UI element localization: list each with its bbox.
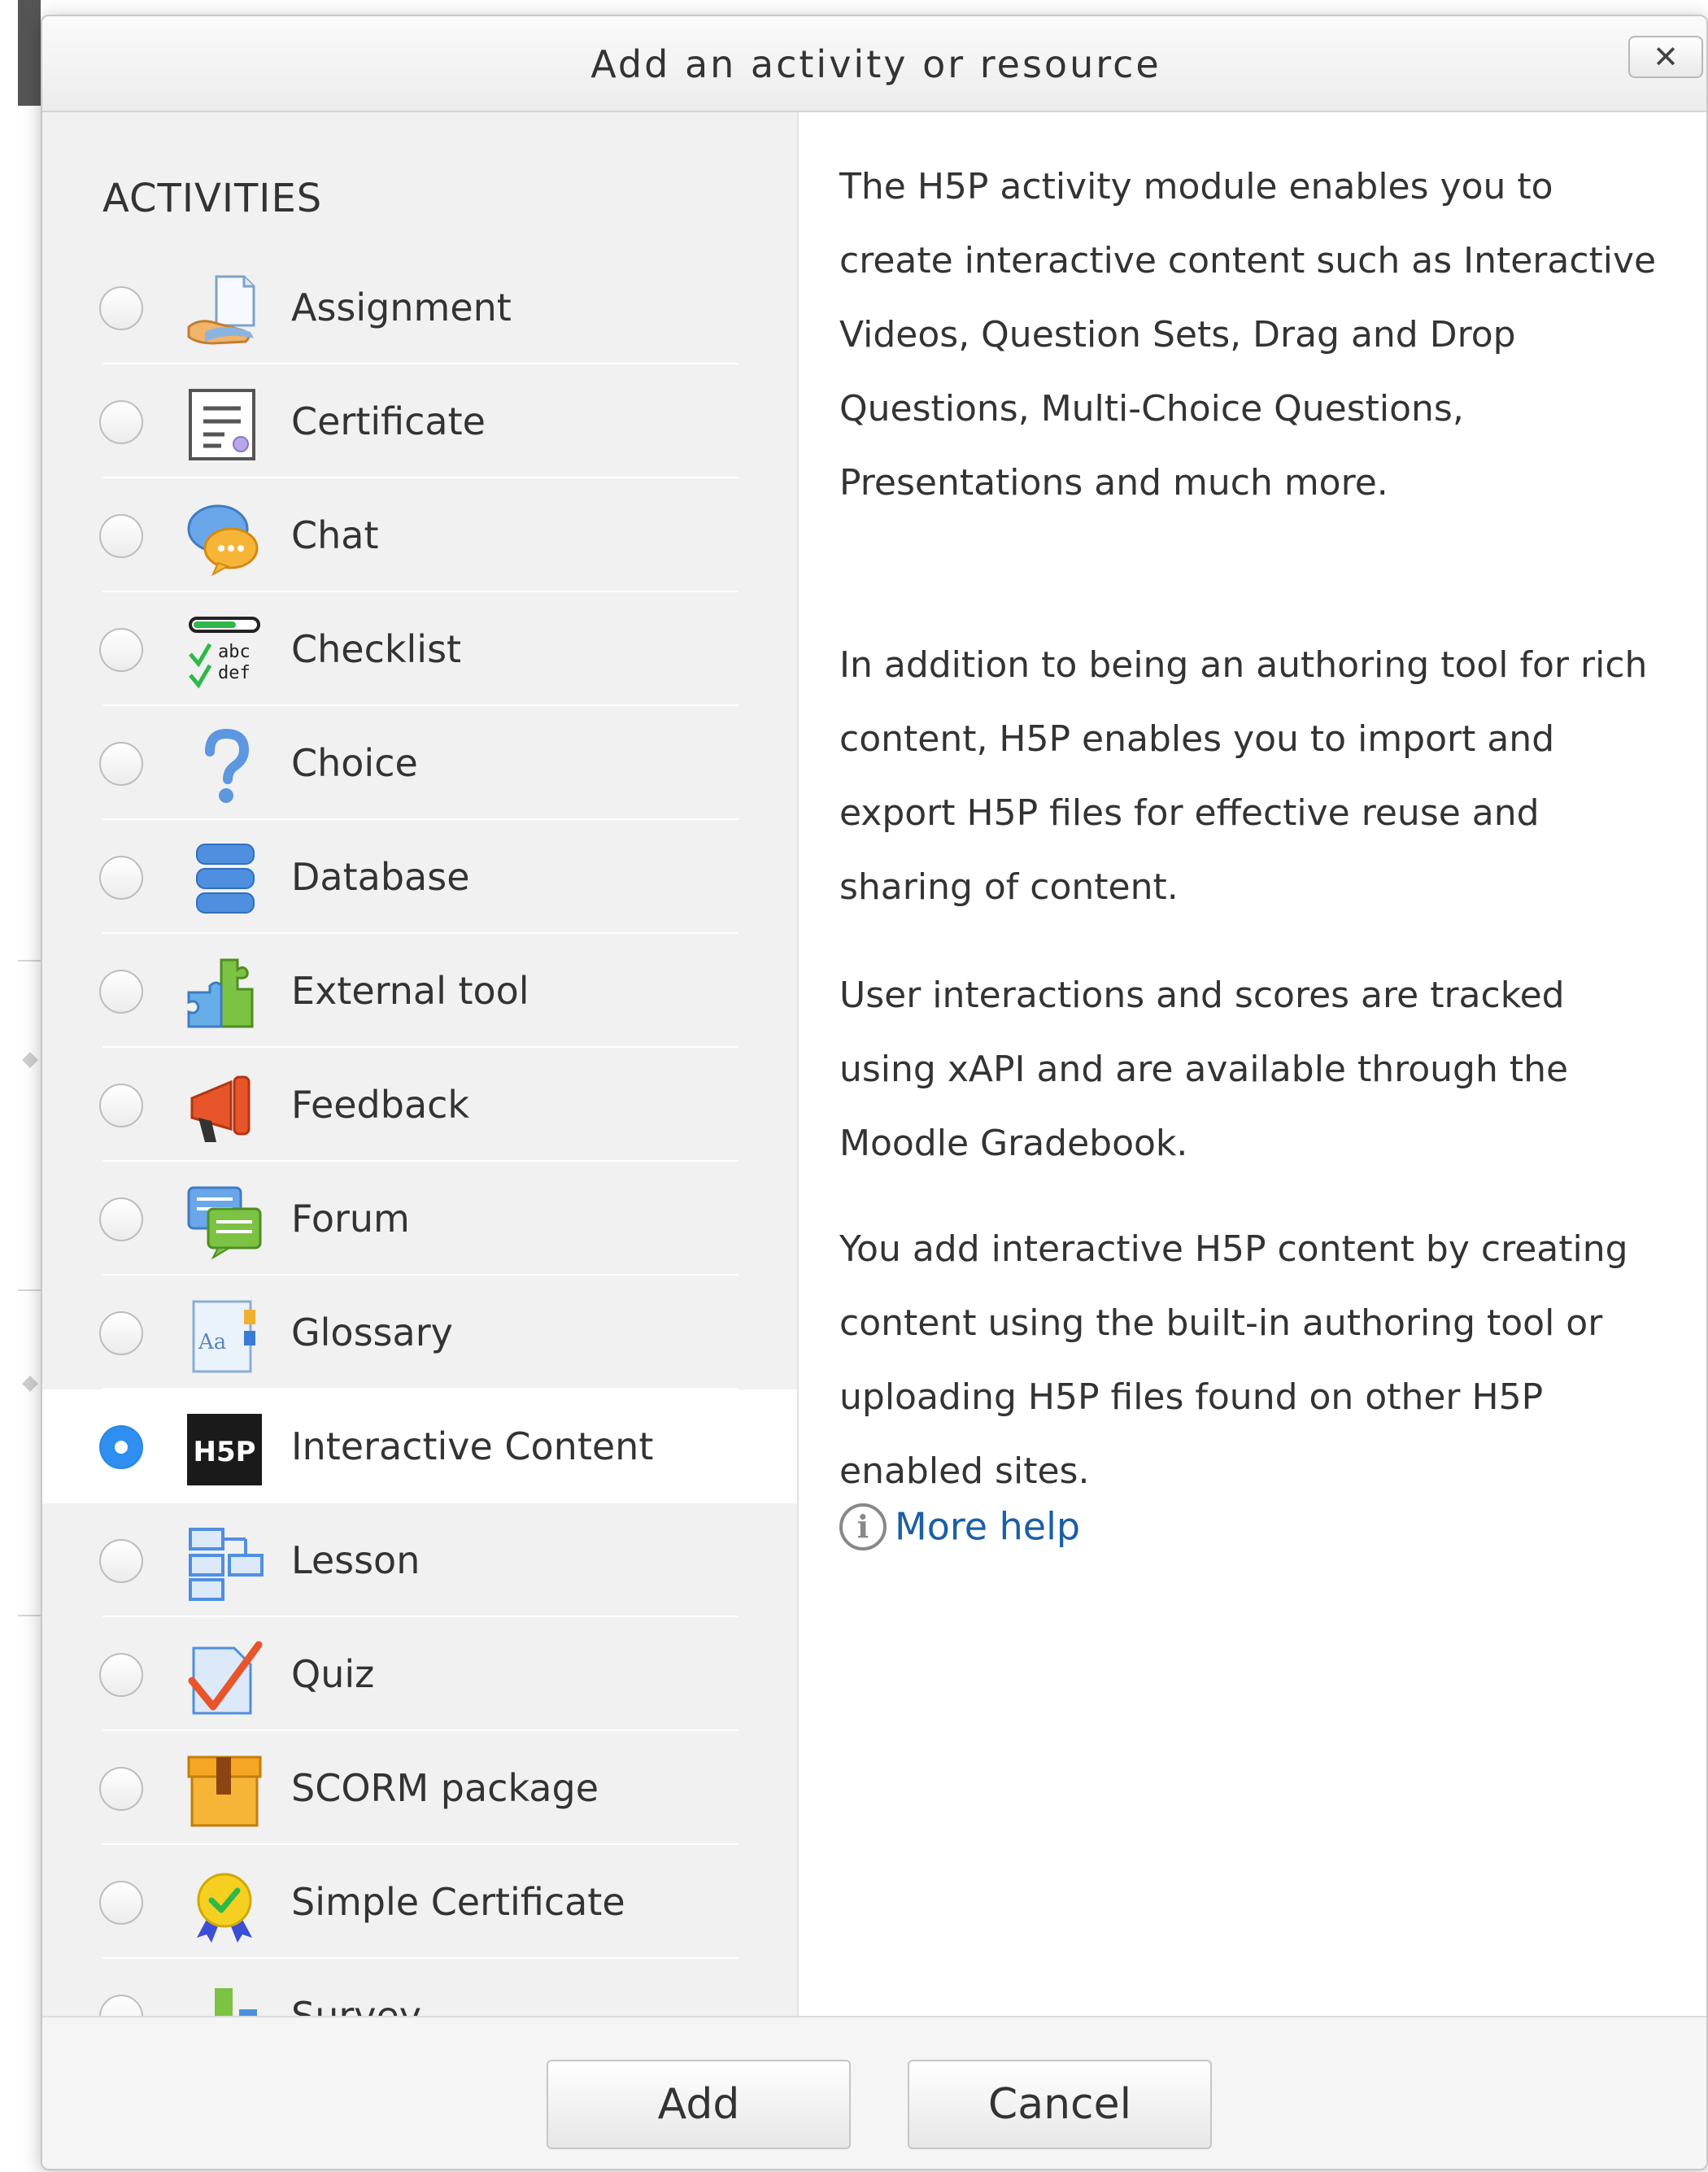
activity-option-forum[interactable]: Forum bbox=[42, 1162, 797, 1276]
help-paragraph: In addition to being an authoring tool f… bbox=[839, 644, 1648, 908]
activity-option-label: Glossary bbox=[291, 1311, 453, 1354]
activity-option-label: Interactive Content bbox=[291, 1424, 654, 1468]
survey-icon bbox=[215, 1988, 257, 2016]
activity-option-label: Chat bbox=[291, 513, 379, 557]
page-divider bbox=[18, 960, 41, 962]
activity-option-label: Certificate bbox=[291, 399, 486, 443]
radio-button[interactable] bbox=[99, 742, 143, 786]
activity-option-label: Feedback bbox=[291, 1083, 470, 1127]
radio-button[interactable] bbox=[99, 970, 143, 1014]
activity-option-list: Assignment Certificate Chat abc def Chec… bbox=[42, 251, 797, 2016]
external-tool-icon bbox=[187, 958, 254, 1028]
radio-button[interactable] bbox=[99, 1084, 143, 1127]
activity-option-label: SCORM package bbox=[291, 1766, 599, 1810]
activity-option-label: Choice bbox=[291, 741, 418, 785]
activity-option-label: Simple Certificate bbox=[291, 1880, 625, 1924]
radio-button[interactable] bbox=[99, 1197, 143, 1241]
h5p-icon-text: H5P bbox=[193, 1436, 255, 1468]
scorm-package-icon bbox=[187, 1755, 262, 1827]
activity-option-chat[interactable]: Chat bbox=[42, 478, 797, 592]
h5p-icon: H5P bbox=[187, 1414, 262, 1485]
checklist-icon: abc def bbox=[189, 617, 260, 689]
assignment-icon bbox=[187, 275, 255, 345]
activity-option-label: Forum bbox=[291, 1197, 410, 1241]
radio-button[interactable] bbox=[99, 1539, 143, 1583]
radio-button[interactable] bbox=[99, 1995, 143, 2016]
radio-button[interactable] bbox=[99, 400, 143, 444]
activity-option-feedback[interactable]: Feedback bbox=[42, 1048, 797, 1162]
add-button[interactable]: Add bbox=[547, 2060, 851, 2149]
glossary-icon-text: Aa bbox=[198, 1330, 226, 1354]
dialog-title: Add an activity or resource bbox=[590, 42, 1161, 86]
radio-button[interactable] bbox=[99, 1653, 143, 1697]
help-paragraph: The H5P activity module enables you to c… bbox=[839, 166, 1657, 504]
radio-button[interactable] bbox=[99, 1425, 143, 1469]
close-button[interactable]: ✕ bbox=[1628, 36, 1703, 78]
more-help-link[interactable]: i More help bbox=[839, 1502, 1080, 1559]
activity-option-external-tool[interactable]: External tool bbox=[42, 934, 797, 1048]
info-icon: i bbox=[839, 1503, 887, 1550]
activity-option-label: Assignment bbox=[291, 286, 512, 329]
page-handle bbox=[22, 1376, 38, 1392]
help-paragraph: You add interactive H5P content by creat… bbox=[839, 1228, 1628, 1492]
activity-option-interactive-content[interactable]: H5P Interactive Content bbox=[42, 1389, 797, 1503]
activity-option-label: Database bbox=[291, 855, 470, 899]
activity-option-label: Survey bbox=[291, 1994, 422, 2016]
quiz-icon bbox=[188, 1641, 263, 1715]
certificate-icon bbox=[189, 389, 255, 460]
activity-option-quiz[interactable]: Quiz bbox=[42, 1617, 797, 1731]
activity-option-scorm-package[interactable]: SCORM package bbox=[42, 1731, 797, 1845]
radio-button[interactable] bbox=[99, 1767, 143, 1811]
activity-option-label: Quiz bbox=[291, 1652, 375, 1696]
add-activity-dialog: Add an activity or resource ✕ ACTIVITIES… bbox=[41, 15, 1708, 2170]
activity-option-certificate[interactable]: Certificate bbox=[42, 364, 797, 478]
more-help-label[interactable]: More help bbox=[895, 1505, 1080, 1549]
activity-option-label: Lesson bbox=[291, 1538, 420, 1582]
radio-button[interactable] bbox=[99, 1881, 143, 1925]
help-paragraph: User interactions and scores are tracked… bbox=[839, 975, 1569, 1164]
activity-option-database[interactable]: Database bbox=[42, 820, 797, 934]
activity-option-checklist[interactable]: abc def Checklist bbox=[42, 592, 797, 706]
activity-help-panel: The H5P activity module enables you to c… bbox=[800, 112, 1706, 2016]
activity-option-survey[interactable]: Survey bbox=[42, 1959, 797, 2016]
activity-option-assignment[interactable]: Assignment bbox=[42, 251, 797, 364]
page-handle bbox=[22, 1052, 38, 1068]
activity-option-label: External tool bbox=[291, 969, 529, 1013]
chat-icon bbox=[187, 504, 259, 576]
page-divider bbox=[18, 1615, 41, 1616]
activity-option-label: Checklist bbox=[291, 627, 462, 671]
glossary-icon: Aa bbox=[192, 1300, 255, 1373]
radio-button[interactable] bbox=[99, 628, 143, 672]
lesson-icon bbox=[189, 1528, 264, 1601]
page-background-edge bbox=[0, 0, 41, 2172]
cancel-button[interactable]: Cancel bbox=[908, 2060, 1212, 2149]
radio-button[interactable] bbox=[99, 856, 143, 900]
radio-button[interactable] bbox=[99, 286, 143, 330]
radio-button[interactable] bbox=[99, 514, 143, 558]
activity-option-lesson[interactable]: Lesson bbox=[42, 1503, 797, 1617]
choice-icon bbox=[205, 729, 250, 803]
activities-section-label: ACTIVITIES bbox=[102, 176, 323, 221]
dialog-footer: Add Cancel bbox=[42, 2016, 1706, 2169]
activity-option-glossary[interactable]: Aa Glossary bbox=[42, 1276, 797, 1389]
dialog-header: Add an activity or resource ✕ bbox=[42, 16, 1706, 112]
page-header-strip bbox=[18, 0, 41, 106]
simple-certificate-icon bbox=[197, 1873, 252, 1943]
activity-option-simple-certificate[interactable]: Simple Certificate bbox=[42, 1845, 797, 1959]
feedback-icon bbox=[190, 1075, 251, 1142]
database-icon bbox=[196, 844, 255, 914]
checklist-icon-text: def bbox=[218, 663, 251, 683]
activity-option-choice[interactable]: Choice bbox=[42, 706, 797, 820]
activity-options-panel[interactable]: ACTIVITIES Assignment Certificate Chat a… bbox=[42, 112, 799, 2016]
checklist-icon-text: abc bbox=[218, 642, 251, 662]
forum-icon bbox=[187, 1186, 262, 1259]
radio-button[interactable] bbox=[99, 1311, 143, 1355]
page-divider bbox=[18, 1289, 41, 1291]
